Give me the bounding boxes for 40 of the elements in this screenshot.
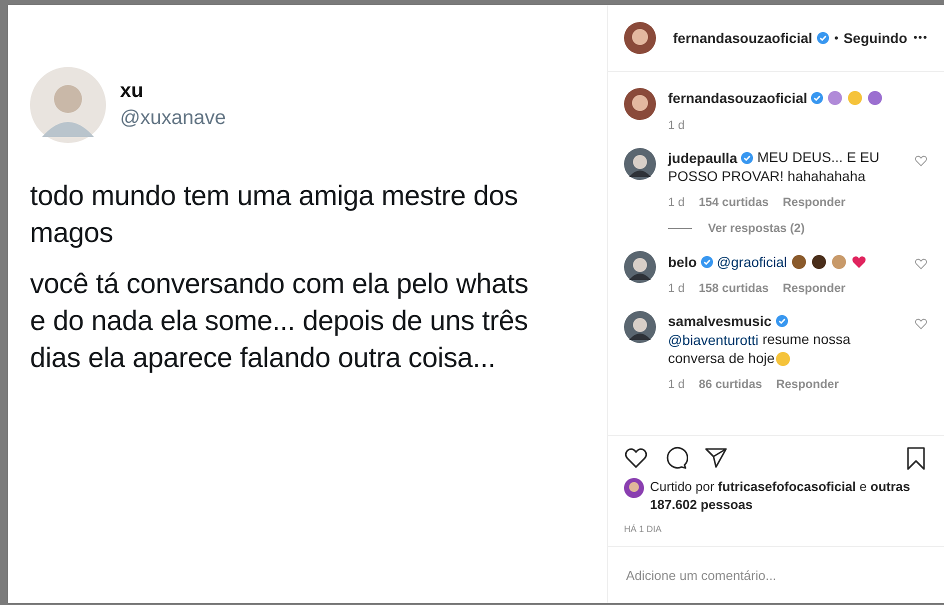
comment-time: 1 d [668, 280, 685, 295]
username[interactable]: fernandasouzaoficial [668, 90, 808, 106]
avatar[interactable] [624, 310, 656, 343]
username[interactable]: belo [668, 254, 697, 270]
username[interactable]: fernandasouzaoficial [673, 30, 812, 46]
emoji-icon [851, 254, 868, 270]
tweet-text: você tá conversando com ela pelo whats e do nada ela some... depois de uns três dias ela aparece falando outra coisa... [30, 267, 530, 375]
avatar[interactable] [624, 148, 656, 180]
mention-link[interactable]: @biaventurotti [668, 332, 758, 348]
separator-dot: • [834, 31, 838, 45]
tweet-text: todo mundo tem uma amiga mestre dos magos [30, 179, 519, 250]
avatar[interactable] [624, 478, 644, 498]
bookmark-icon[interactable] [904, 446, 928, 470]
comment-time: 1 d [668, 195, 685, 210]
comment-text: samalvesmusic @biaventurotti resume nossa conversa de hoje [668, 312, 852, 368]
follow-status[interactable]: Seguindo [843, 30, 908, 46]
comment-icon[interactable] [664, 446, 688, 470]
author-handle: @xuxanave [120, 107, 226, 130]
emoji-icon [791, 254, 808, 270]
more-options-button[interactable]: ••• [913, 32, 928, 44]
emoji-icon [847, 90, 864, 106]
username[interactable]: samalvesmusic [668, 312, 772, 329]
heart-icon[interactable] [624, 446, 648, 470]
comment-time: 1 d [668, 118, 685, 132]
emoji-icon [827, 90, 844, 106]
avatar[interactable] [624, 251, 656, 284]
share-icon[interactable] [704, 446, 728, 470]
avatar[interactable] [624, 22, 656, 54]
post-date: HÁ 1 DIA [608, 514, 944, 547]
username[interactable]: judepaulla [668, 150, 738, 166]
comment-time: 1 d [668, 377, 685, 392]
emoji-icon [867, 90, 884, 106]
author-name: xu [120, 80, 144, 103]
emoji-icon [774, 351, 791, 368]
likes-summary: Curtido por futricasefofocasoficial e outras 187.602 pessoas [650, 478, 912, 514]
avatar[interactable] [624, 88, 656, 120]
emoji-icon [831, 254, 848, 270]
comment-text: judepaulla MEU DEUS... E EU POSSO PROVAR! hahahahaha [668, 148, 880, 186]
mention-link[interactable]: @graoficial [716, 254, 788, 270]
emoji-icon [811, 254, 828, 270]
